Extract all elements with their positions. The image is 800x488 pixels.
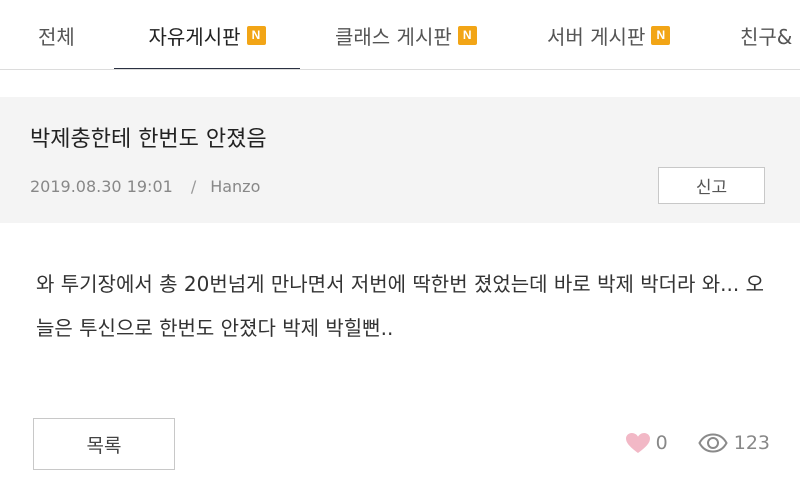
- post-date: 2019.08.30 19:01: [30, 177, 173, 196]
- post-stats: 0 123: [625, 428, 770, 458]
- eye-icon: [698, 433, 728, 453]
- tab-class-board[interactable]: 클래스 게시판 N: [335, 0, 477, 69]
- tab-free-board[interactable]: 자유게시판 N: [114, 0, 300, 69]
- new-badge: N: [246, 25, 266, 45]
- like-stat[interactable]: 0: [625, 432, 668, 454]
- post-header: 박제충한테 한번도 안졌음 2019.08.30 19:01 / Hanzo 신…: [0, 97, 800, 223]
- tab-all[interactable]: 전체: [38, 0, 75, 69]
- new-badge: N: [651, 25, 671, 45]
- tab-friends-board[interactable]: 친구&: [740, 0, 793, 69]
- tab-label: 서버 게시판: [547, 24, 646, 49]
- tab-server-board[interactable]: 서버 게시판 N: [547, 0, 671, 69]
- active-tab-indicator: [114, 68, 300, 69]
- post-meta: 2019.08.30 19:01 / Hanzo: [30, 177, 260, 196]
- post-body: 와 투기장에서 총 20번넘게 만나면서 저번에 딱한번 졌었는데 바로 박제 …: [36, 272, 765, 340]
- tab-label: 친구&: [740, 24, 793, 49]
- post-title: 박제충한테 한번도 안졌음: [30, 127, 267, 152]
- report-button[interactable]: 신고: [658, 167, 765, 204]
- board-tab-bar: 전체 자유게시판 N 클래스 게시판 N 서버 게시판 N 친구&: [0, 0, 800, 70]
- like-count: 0: [655, 432, 668, 454]
- tab-label: 클래스 게시판: [335, 24, 452, 49]
- view-count: 123: [733, 432, 770, 454]
- heart-icon: [625, 432, 650, 453]
- new-badge: N: [457, 25, 477, 45]
- tab-label: 자유게시판: [148, 24, 241, 49]
- meta-separator: /: [190, 177, 197, 196]
- tab-label: 전체: [38, 24, 75, 49]
- list-button[interactable]: 목록: [33, 418, 175, 470]
- post-author: Hanzo: [210, 177, 261, 196]
- view-stat: 123: [698, 432, 770, 454]
